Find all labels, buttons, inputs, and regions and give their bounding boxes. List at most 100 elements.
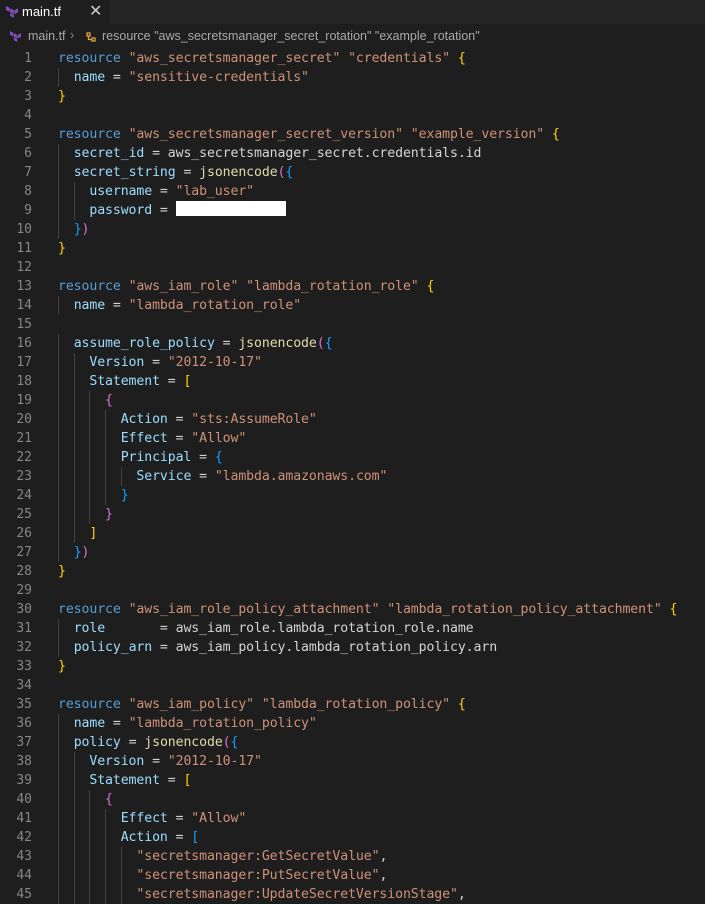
code-token: =: [152, 184, 176, 199]
code-token: "Allow": [191, 431, 246, 446]
code-token: password: [89, 203, 152, 218]
code-token: [58, 716, 74, 731]
code-token: Version: [89, 754, 144, 769]
code-line[interactable]: 20 Action = "sts:AssumeRole": [0, 410, 705, 429]
code-line[interactable]: 42 Action = [: [0, 828, 705, 847]
code-line[interactable]: 43 "secretsmanager:GetSecretValue",: [0, 847, 705, 866]
code-line[interactable]: 29: [0, 581, 705, 600]
indent-guide: [58, 448, 59, 467]
code-token: }: [121, 488, 129, 503]
code-line[interactable]: 13 resource "aws_iam_role" "lambda_rotati…: [0, 277, 705, 296]
code-line[interactable]: 22 Principal = {: [0, 448, 705, 467]
code-line[interactable]: 39 Statement = [: [0, 771, 705, 790]
tab-main-tf[interactable]: main.tf ✕: [0, 0, 110, 24]
indent-guide: [105, 486, 106, 505]
code-token: jsonencode: [238, 336, 316, 351]
code-line[interactable]: 41 Effect = "Allow": [0, 809, 705, 828]
code-line[interactable]: 36 name = "lambda_rotation_policy": [0, 714, 705, 733]
code-line[interactable]: 11}: [0, 239, 705, 258]
code-token: "sts:AssumeRole": [191, 412, 316, 427]
code-text: secret_id = aws_secretsmanager_secret.cr…: [58, 144, 481, 163]
code-line[interactable]: 10 }): [0, 220, 705, 239]
code-line[interactable]: 23 Service = "lambda.amazonaws.com": [0, 467, 705, 486]
code-line[interactable]: 17 Version = "2012-10-17": [0, 353, 705, 372]
indent-guide: [58, 790, 59, 809]
code-line[interactable]: 44 "secretsmanager:PutSecretValue",: [0, 866, 705, 885]
code-line[interactable]: 8 username = "lab_user": [0, 182, 705, 201]
code-text: resource "aws_iam_role" "lambda_rotation…: [58, 277, 434, 296]
code-line[interactable]: 25 }: [0, 505, 705, 524]
line-number: 31: [0, 619, 32, 638]
indent-guide: [74, 790, 75, 809]
breadcrumb-separator: ›: [70, 28, 74, 42]
code-editor[interactable]: 1resource "aws_secretsmanager_secret" "c…: [0, 48, 705, 891]
line-number: 11: [0, 239, 32, 258]
code-line[interactable]: 5resource "aws_secretsmanager_secret_ver…: [0, 125, 705, 144]
code-line[interactable]: 38 Version = "2012-10-17": [0, 752, 705, 771]
code-line[interactable]: 27 }): [0, 543, 705, 562]
indent-guide: [58, 809, 59, 828]
indent-guide: [74, 448, 75, 467]
code-line[interactable]: 16 assume_role_policy = jsonencode({: [0, 334, 705, 353]
code-token: ]: [89, 526, 97, 541]
code-token: =: [168, 431, 192, 446]
code-line[interactable]: 7 secret_string = jsonencode({: [0, 163, 705, 182]
code-line[interactable]: 15: [0, 315, 705, 334]
code-token: Effect: [121, 431, 168, 446]
code-line[interactable]: 6 secret_id = aws_secretsmanager_secret.…: [0, 144, 705, 163]
code-line[interactable]: 34: [0, 676, 705, 695]
code-line[interactable]: 21 Effect = "Allow": [0, 429, 705, 448]
close-icon[interactable]: ✕: [89, 1, 102, 21]
code-line[interactable]: 28}: [0, 562, 705, 581]
code-line[interactable]: 14 name = "lambda_rotation_role": [0, 296, 705, 315]
code-token: Effect: [121, 811, 168, 826]
code-line[interactable]: 12: [0, 258, 705, 277]
code-token: jsonencode: [144, 735, 222, 750]
code-line[interactable]: 18 Statement = [: [0, 372, 705, 391]
indent-guide: [58, 505, 59, 524]
indent-guide: [58, 885, 59, 904]
code-token: [58, 298, 74, 313]
code-line[interactable]: 32 policy_arn = aws_iam_policy.lambda_ro…: [0, 638, 705, 657]
line-number: 32: [0, 638, 32, 657]
code-token: secret_id: [74, 146, 145, 161]
code-token: [: [183, 374, 191, 389]
breadcrumb-file[interactable]: main.tf: [28, 29, 66, 43]
code-line[interactable]: 2 name = "sensitive-credentials": [0, 68, 705, 87]
code-line[interactable]: 30resource "aws_iam_role_policy_attachme…: [0, 600, 705, 619]
code-token: resource: [58, 697, 121, 712]
code-line[interactable]: 3}: [0, 87, 705, 106]
indent-guide: [58, 619, 59, 638]
line-number: 28: [0, 562, 32, 581]
indent-guide: [89, 866, 90, 885]
line-number: 35: [0, 695, 32, 714]
code-line[interactable]: 45 "secretsmanager:UpdateSecretVersionSt…: [0, 885, 705, 904]
code-line[interactable]: 37 policy = jsonencode({: [0, 733, 705, 752]
code-line[interactable]: 26 ]: [0, 524, 705, 543]
code-token: [58, 165, 74, 180]
code-token: "secretsmanager:GetSecretValue": [136, 849, 379, 864]
code-line[interactable]: 35 resource "aws_iam_policy" "lambda_rota…: [0, 695, 705, 714]
code-token: policy: [74, 735, 121, 750]
code-line[interactable]: 31 role = aws_iam_role.lambda_rotation_r…: [0, 619, 705, 638]
code-token: secret_string: [74, 165, 176, 180]
code-line[interactable]: 19 {: [0, 391, 705, 410]
line-number: 37: [0, 733, 32, 752]
code-token: {: [105, 792, 113, 807]
code-text: resource "aws_iam_policy" "lambda_rotati…: [58, 695, 466, 714]
code-line[interactable]: 4: [0, 106, 705, 125]
code-line[interactable]: 33}: [0, 657, 705, 676]
code-token: {: [325, 336, 333, 351]
indent-guide: [74, 429, 75, 448]
breadcrumb-symbol[interactable]: resource "aws_secretsmanager_secret_rota…: [102, 29, 480, 43]
code-line[interactable]: 1resource "aws_secretsmanager_secret" "c…: [0, 49, 705, 68]
code-token: name: [74, 298, 105, 313]
line-number: 13: [0, 277, 32, 296]
code-token: =: [105, 70, 129, 85]
code-line[interactable]: 9 password =: [0, 201, 705, 220]
code-line[interactable]: 24 }: [0, 486, 705, 505]
code-token: =: [215, 336, 239, 351]
code-line[interactable]: 40 {: [0, 790, 705, 809]
code-token: [58, 222, 74, 237]
indent-guide: [74, 467, 75, 486]
